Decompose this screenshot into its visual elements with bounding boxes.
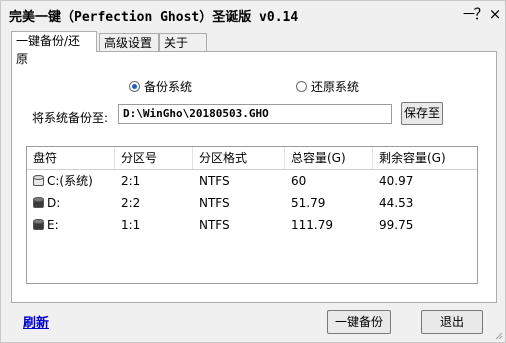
restore-radio-option[interactable]: 还原系统 [296, 78, 359, 95]
drive-cell: E: [27, 215, 115, 235]
drive-cell: D: [27, 193, 115, 213]
restore-radio-button[interactable] [296, 81, 307, 92]
table-row[interactable]: D: 2:2 NTFS 51.79 44.53 [27, 193, 477, 213]
one-click-backup-button[interactable]: 一键备份 [327, 310, 391, 334]
drive-cell: C:(系统) [27, 171, 115, 191]
system-drive-icon [33, 175, 44, 187]
save-path-label: 将系统备份至: [32, 111, 109, 125]
backup-radio-label: 备份系统 [144, 80, 193, 94]
partition-cell: 2:2 [121, 196, 141, 210]
format-cell: NTFS [199, 196, 230, 210]
column-header-format[interactable]: 分区格式 [193, 147, 285, 169]
partition-cell: 1:1 [121, 218, 141, 232]
table-row[interactable]: C:(系统) 2:1 NTFS 60 40.97 [27, 171, 477, 191]
tab-advanced-settings[interactable]: 高级设置 [99, 33, 159, 51]
backup-restore-panel: 备份系统 还原系统 将系统备份至: D:\WinGho\20180503.GHO… [11, 51, 497, 303]
exit-button[interactable]: 退出 [421, 310, 483, 334]
table-header: 盘符 分区号 分区格式 总容量(G) 剩余容量(G) [27, 147, 477, 170]
total-cell: 111.79 [291, 218, 333, 232]
backup-path-input[interactable]: D:\WinGho\20180503.GHO [118, 104, 392, 124]
column-header-free[interactable]: 剩余容量(G) [373, 147, 477, 169]
column-header-total[interactable]: 总容量(G) [285, 147, 373, 169]
resize-grip-icon[interactable] [493, 330, 503, 340]
table-row[interactable]: E: 1:1 NTFS 111.79 99.75 [27, 215, 477, 235]
app-window: 完美一键（Perfection Ghost）圣诞版 v0.14 － ？ × 一键… [0, 0, 506, 343]
drive-icon [33, 197, 44, 209]
free-cell: 99.75 [379, 218, 414, 232]
window-title: 完美一键（Perfection Ghost）圣诞版 v0.14 [9, 10, 299, 25]
tab-backup-restore[interactable]: 一键备份/还原 [11, 31, 97, 66]
column-header-drive[interactable]: 盘符 [27, 147, 115, 169]
total-cell: 51.79 [291, 196, 326, 210]
title-bar: 完美一键（Perfection Ghost）圣诞版 v0.14 － ？ × [1, 1, 505, 29]
save-to-button[interactable]: 保存至 [401, 102, 443, 125]
drive-label: C:(系统) [47, 174, 93, 188]
format-cell: NTFS [199, 174, 230, 188]
format-cell: NTFS [199, 218, 230, 232]
free-cell: 44.53 [379, 196, 414, 210]
backup-radio-option[interactable]: 备份系统 [129, 78, 192, 95]
backup-radio-button[interactable] [129, 81, 140, 92]
refresh-link[interactable]: 刷新 [23, 312, 49, 331]
drive-label: E: [47, 218, 59, 232]
restore-radio-label: 还原系统 [311, 80, 360, 94]
tab-about[interactable]: 关于 [159, 33, 207, 51]
close-button[interactable]: × [487, 7, 503, 22]
partition-table: 盘符 分区号 分区格式 总容量(G) 剩余容量(G) C:(系统) 2:1 NT… [26, 146, 478, 284]
drive-label: D: [47, 196, 61, 210]
total-cell: 60 [291, 174, 307, 188]
drive-icon [33, 219, 44, 231]
free-cell: 40.97 [379, 174, 414, 188]
column-header-partition[interactable]: 分区号 [115, 147, 193, 169]
partition-cell: 2:1 [121, 174, 141, 188]
